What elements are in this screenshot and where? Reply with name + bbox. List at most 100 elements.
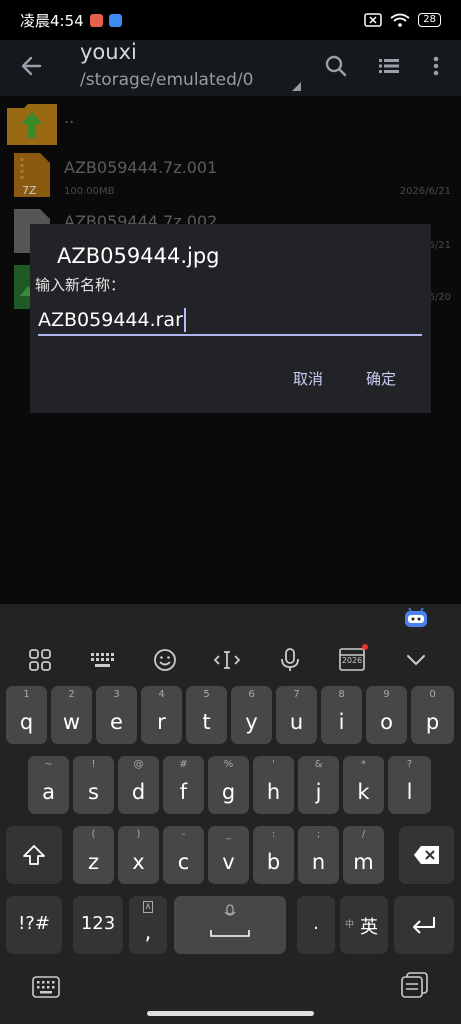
- key-b[interactable]: :b: [253, 826, 294, 884]
- key-hint: ;: [316, 829, 321, 840]
- key-hint: !: [91, 759, 96, 770]
- dialog-title: AZB059444.jpg: [57, 244, 220, 268]
- key-hint: 2: [68, 689, 75, 700]
- list-view-icon[interactable]: [375, 52, 403, 80]
- key-label: v: [222, 850, 235, 874]
- key-g[interactable]: % g: [208, 756, 249, 814]
- key-t[interactable]: 5t: [186, 686, 227, 744]
- key-label: i: [338, 710, 345, 734]
- key-hint: ~: [44, 759, 53, 770]
- microphone-icon[interactable]: [276, 646, 304, 674]
- key-w[interactable]: 2w: [51, 686, 92, 744]
- list-item[interactable]: 7Z AZB059444.7z.001 100.00MB 2026/6/21: [0, 150, 461, 200]
- key-label: w: [62, 710, 81, 734]
- shift-icon: [23, 845, 45, 865]
- parent-folder-icon: [7, 104, 57, 145]
- more-options-icon[interactable]: [422, 52, 450, 80]
- keyboard-icon[interactable]: [32, 976, 60, 998]
- key-z[interactable]: (z: [73, 826, 114, 884]
- backspace-key[interactable]: [399, 826, 454, 884]
- key-k[interactable]: * k: [343, 756, 384, 814]
- key-hint: ): [136, 829, 141, 840]
- key-label: .: [313, 913, 319, 934]
- path-dropdown-icon[interactable]: [292, 82, 301, 91]
- keyboard-toolbar: 2026: [0, 640, 461, 680]
- key-hint: #: [179, 759, 188, 770]
- wifi-icon: [390, 13, 410, 27]
- key-hint: &: [314, 759, 323, 770]
- space-key[interactable]: [174, 896, 286, 954]
- rename-dialog: AZB059444.jpg 输入新名称： AZB059444.rar 取消 确定: [30, 224, 431, 413]
- key-h[interactable]: ' h: [253, 756, 294, 814]
- enter-key[interactable]: [394, 896, 454, 954]
- key-label: t: [202, 710, 211, 734]
- apps-grid-icon[interactable]: [26, 646, 54, 674]
- key-hint: 7: [293, 689, 300, 700]
- key-f[interactable]: # f: [163, 756, 204, 814]
- key-label: z: [87, 850, 100, 874]
- key-hint: 9: [383, 689, 390, 700]
- back-arrow-icon[interactable]: [18, 52, 46, 80]
- key-c[interactable]: -c: [163, 826, 204, 884]
- app-bar: youxi /storage/emulated/0: [0, 40, 461, 96]
- key-label: h: [266, 780, 281, 804]
- cancel-button[interactable]: 取消: [293, 368, 323, 389]
- file-name: AZB059444.7z.001: [64, 158, 218, 177]
- folder-path[interactable]: /storage/emulated/0: [80, 70, 253, 90]
- key-o[interactable]: 9o: [366, 686, 407, 744]
- key-p[interactable]: 0p: [411, 686, 454, 744]
- comma-key[interactable]: ,: [129, 896, 167, 954]
- symbols-key[interactable]: !?#: [6, 896, 62, 954]
- numbers-key[interactable]: 123: [73, 896, 123, 954]
- emoji-icon[interactable]: [151, 646, 179, 674]
- key-label: e: [110, 710, 123, 734]
- rename-input[interactable]: AZB059444.rar: [38, 306, 422, 336]
- clipboard-icon[interactable]: [401, 972, 429, 998]
- key-e[interactable]: 3e: [96, 686, 137, 744]
- period-key[interactable]: .: [297, 896, 335, 954]
- keyboard-layout-icon[interactable]: [88, 646, 116, 674]
- app-notification-icon: [108, 13, 122, 27]
- key-v[interactable]: _ v: [208, 826, 249, 884]
- key-n[interactable]: ; n: [298, 826, 339, 884]
- key-r[interactable]: 4r: [141, 686, 182, 744]
- key-y[interactable]: 6y: [231, 686, 272, 744]
- gesture-nav-bar[interactable]: [147, 1011, 314, 1016]
- key-s[interactable]: ! s: [73, 756, 114, 814]
- ok-button[interactable]: 确定: [366, 368, 396, 389]
- assistant-robot-icon[interactable]: [404, 608, 428, 628]
- key-label: c: [177, 850, 190, 874]
- list-item[interactable]: ..: [0, 98, 461, 148]
- key-q[interactable]: 1q: [6, 686, 47, 744]
- key-d[interactable]: @ d: [118, 756, 159, 814]
- key-m[interactable]: / m: [343, 826, 384, 884]
- search-icon[interactable]: [322, 52, 350, 80]
- shift-key[interactable]: [6, 826, 62, 884]
- microphone-icon: [224, 904, 236, 916]
- key-j[interactable]: & j: [298, 756, 339, 814]
- status-bar: 凌晨4:54 28: [0, 0, 461, 40]
- key-i[interactable]: 8i: [321, 686, 362, 744]
- cursor-move-icon[interactable]: [213, 646, 241, 674]
- key-a[interactable]: ~ a: [28, 756, 69, 814]
- key-label: j: [315, 780, 322, 804]
- key-hint: ': [272, 759, 275, 770]
- key-label: f: [179, 780, 188, 804]
- svg-text:7Z: 7Z: [22, 184, 37, 197]
- key-label: p: [425, 710, 440, 734]
- keyboard-switch-icon: [143, 901, 153, 913]
- calendar-icon[interactable]: 2026: [338, 644, 368, 672]
- key-label: 英: [360, 917, 378, 938]
- key-hint: 3: [113, 689, 120, 700]
- key-hint: (: [91, 829, 96, 840]
- key-label: y: [245, 710, 258, 734]
- key-label: m: [353, 850, 374, 874]
- key-x[interactable]: ) x: [118, 826, 159, 884]
- chevron-down-icon[interactable]: [402, 646, 430, 674]
- language-key[interactable]: 中 英: [340, 896, 388, 954]
- backspace-icon: [414, 846, 439, 864]
- key-u[interactable]: 7u: [276, 686, 317, 744]
- key-l[interactable]: ? l: [388, 756, 431, 814]
- file-size: 100.00MB: [64, 186, 115, 197]
- sim-off-icon: [364, 13, 383, 27]
